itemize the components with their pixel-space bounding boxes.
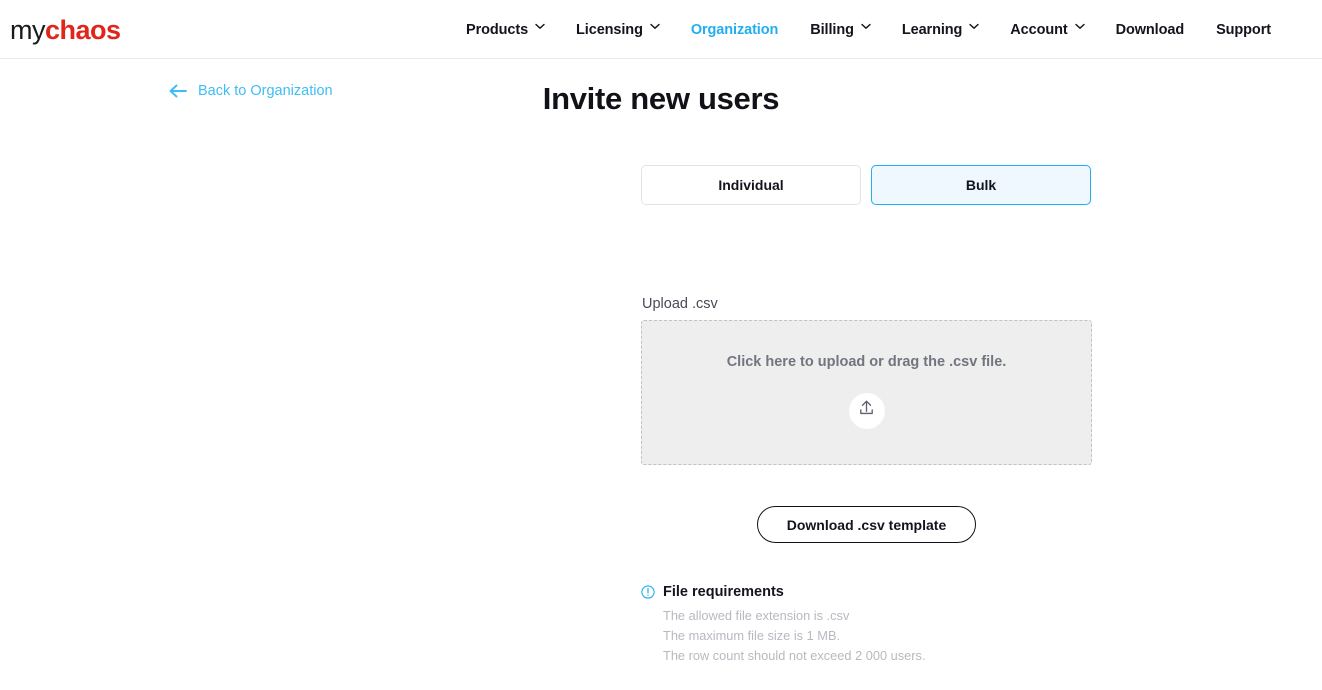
file-requirements-title: File requirements xyxy=(663,584,784,600)
nav-label-account: Account xyxy=(1010,21,1068,38)
csv-dropzone[interactable]: Click here to upload or drag the .csv fi… xyxy=(641,320,1092,465)
nav-label-organization: Organization xyxy=(690,21,779,38)
upload-button[interactable] xyxy=(848,393,885,429)
logo-text-chaos: chaos xyxy=(45,15,121,45)
tab-individual[interactable]: Individual xyxy=(641,165,861,205)
download-csv-template-label: Download .csv template xyxy=(786,516,947,533)
nav-item-licensing[interactable]: Licensing xyxy=(560,22,675,38)
list-item: The row count should not exceed 2 000 us… xyxy=(663,648,926,663)
main-navigation: Products Licensing Organization Billing … xyxy=(450,0,1287,59)
page-title: Invite new users xyxy=(542,81,780,116)
nav-item-download[interactable]: Download xyxy=(1100,22,1200,38)
nav-label-products: Products xyxy=(466,21,529,38)
nav-item-billing[interactable]: Billing xyxy=(794,22,886,38)
nav-item-learning[interactable]: Learning xyxy=(886,22,994,38)
upload-csv-label: Upload .csv xyxy=(642,296,718,312)
nav-item-organization[interactable]: Organization xyxy=(675,22,794,38)
upload-icon xyxy=(857,399,876,423)
file-requirements-list: The allowed file extension is .csv The m… xyxy=(641,606,1101,666)
nav-label-learning: Learning xyxy=(901,21,963,38)
logo-text-my: my xyxy=(10,15,46,45)
file-requirements-header: File requirements xyxy=(641,584,1101,600)
brand-logo[interactable]: mychaos xyxy=(10,14,121,46)
list-item: The allowed file extension is .csv xyxy=(663,608,850,623)
download-csv-template-button[interactable]: Download .csv template xyxy=(757,506,976,543)
nav-item-products[interactable]: Products xyxy=(450,22,560,38)
site-header: mychaos Products Licensing Organization … xyxy=(0,0,1322,59)
nav-label-download: Download xyxy=(1115,21,1185,38)
chevron-down-icon xyxy=(650,23,660,32)
nav-item-support[interactable]: Support xyxy=(1200,22,1287,38)
nav-label-licensing: Licensing xyxy=(576,21,643,38)
chevron-down-icon xyxy=(969,23,979,32)
list-item: The maximum file size is 1 MB. xyxy=(663,628,841,643)
info-icon xyxy=(641,585,655,599)
dropzone-instruction-text: Click here to upload or drag the .csv fi… xyxy=(726,354,1007,370)
tab-individual-label: Individual xyxy=(718,177,784,193)
nav-label-support: Support xyxy=(1216,21,1271,38)
tab-bulk-label: Bulk xyxy=(965,177,997,193)
chevron-down-icon xyxy=(535,23,545,32)
nav-label-billing: Billing xyxy=(810,21,854,38)
chevron-down-icon xyxy=(1074,23,1085,32)
tab-bulk[interactable]: Bulk xyxy=(871,165,1091,205)
chevron-down-icon xyxy=(861,23,871,32)
file-requirements-section: File requirements The allowed file exten… xyxy=(641,584,1101,666)
invite-mode-toggle: Individual Bulk xyxy=(641,165,1091,205)
nav-item-account[interactable]: Account xyxy=(994,22,1099,38)
